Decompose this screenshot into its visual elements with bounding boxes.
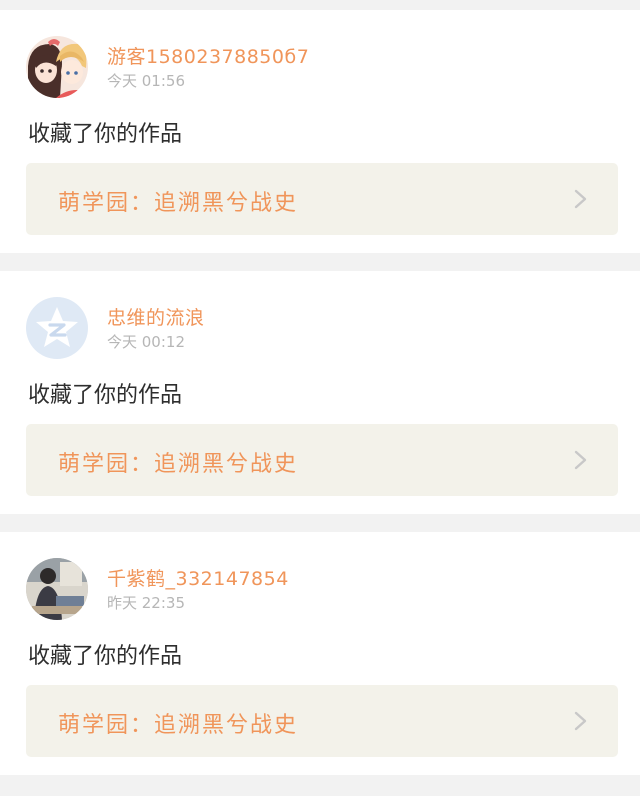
timestamp: 今天 01:56 <box>107 72 185 90</box>
action-text: 收藏了你的作品 <box>28 644 183 669</box>
action-text: 收藏了你的作品 <box>28 383 183 408</box>
work-link[interactable]: 萌学园：追溯黑兮战史 <box>26 163 618 235</box>
avatar[interactable] <box>26 297 88 359</box>
timestamp: 昨天 22:35 <box>107 594 185 612</box>
work-title: 萌学园：追溯黑兮战史 <box>58 191 299 216</box>
username[interactable]: 游客15802378850б7 <box>107 42 309 69</box>
notification-feed: 游客15802378850б7 今天 01:56 收藏了你的作品 萌学园：追溯黑… <box>0 0 640 796</box>
avatar[interactable] <box>26 558 88 620</box>
work-title: 萌学园：追溯黑兮战史 <box>58 713 299 738</box>
action-text: 收藏了你的作品 <box>28 122 183 147</box>
photo-avatar-icon <box>26 558 88 620</box>
work-title: 萌学园：追溯黑兮战史 <box>58 452 299 477</box>
work-link[interactable]: 萌学园：追溯黑兮战史 <box>26 685 618 757</box>
chevron-right-icon <box>574 711 587 731</box>
timestamp: 今天 00:12 <box>107 333 185 351</box>
chevron-right-icon <box>574 189 587 209</box>
work-link[interactable]: 萌学园：追溯黑兮战史 <box>26 424 618 496</box>
notification-card: 千紫鹤_332147854 昨天 22:35 收藏了你的作品 萌学园：追溯黑兮战… <box>0 532 640 775</box>
username[interactable]: 千紫鹤_332147854 <box>107 564 289 591</box>
anime-couple-avatar-icon <box>26 36 88 98</box>
username[interactable]: 忠维的流浪 <box>107 303 205 330</box>
notification-card: 忠维的流浪 今天 00:12 收藏了你的作品 萌学园：追溯黑兮战史 <box>0 271 640 514</box>
notification-card: 游客15802378850б7 今天 01:56 收藏了你的作品 萌学园：追溯黑… <box>0 10 640 253</box>
qzone-star-avatar-icon <box>26 297 88 359</box>
avatar[interactable] <box>26 36 88 98</box>
chevron-right-icon <box>574 450 587 470</box>
